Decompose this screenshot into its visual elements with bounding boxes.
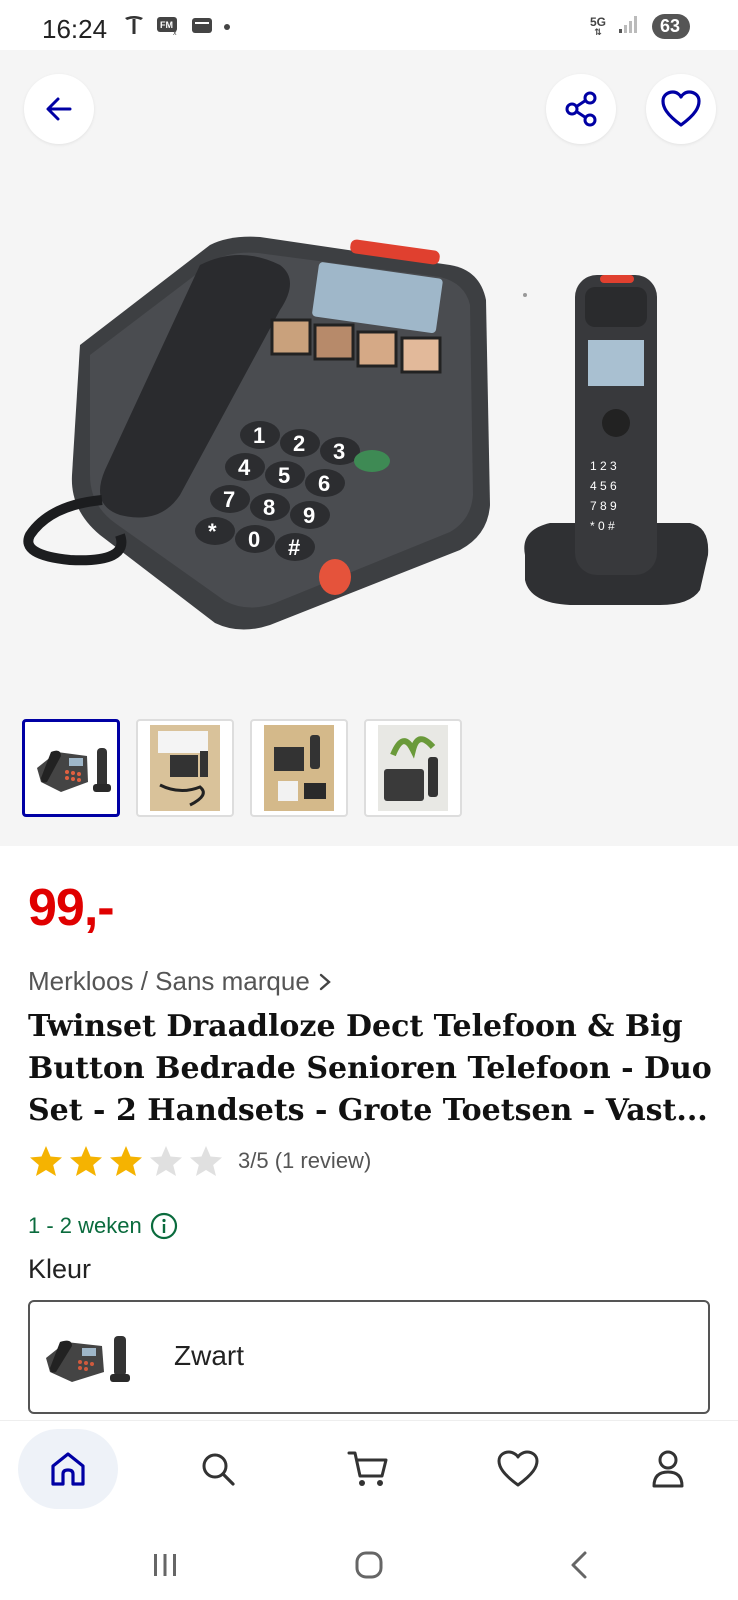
svg-text:8: 8 [263, 495, 275, 520]
thumbnail-strip [22, 719, 462, 817]
svg-text:1: 1 [253, 423, 265, 448]
status-bar: 16:24 FM x 5G ⇅ 63 [0, 0, 738, 50]
network-5g-icon: 5G ⇅ [589, 14, 606, 37]
nav-search[interactable] [168, 1429, 268, 1509]
nav-favorites[interactable] [468, 1429, 568, 1509]
svg-text:7 8 9: 7 8 9 [590, 499, 617, 513]
phone-on-table-thumbnail [264, 725, 334, 811]
variant-label: Zwart [174, 1340, 244, 1371]
svg-text:3: 3 [333, 439, 345, 464]
brand-link[interactable]: Merkloos / Sans marque [28, 966, 332, 997]
home-system-button[interactable] [344, 1540, 394, 1590]
svg-text:* 0 #: * 0 # [590, 519, 615, 533]
tesla-icon [122, 14, 146, 36]
product-main-image[interactable]: 1 2 3 4 5 6 7 8 9 * 0 # 1 2 3 4 5 6 7 8 9 * 0 # [10, 205, 730, 655]
star-empty-icon [150, 1146, 182, 1176]
heart-icon [661, 90, 701, 127]
delivery-text: 1 - 2 weken [28, 1213, 142, 1238]
delivery-time: 1 - 2 weken [28, 1212, 178, 1240]
star-filled-icon [70, 1146, 102, 1176]
svg-text:#: # [288, 535, 300, 560]
back-system-button[interactable] [554, 1540, 604, 1590]
status-icons-right: 5G ⇅ 63 [590, 14, 690, 39]
star-empty-icon [190, 1146, 222, 1176]
home-icon [51, 1452, 85, 1486]
nav-cart[interactable] [318, 1429, 418, 1509]
variant-thumbnail [46, 1336, 130, 1382]
svg-text:FM: FM [160, 20, 173, 30]
nav-home[interactable] [18, 1429, 118, 1509]
chevron-right-icon [319, 973, 331, 990]
wallet-icon [190, 14, 214, 36]
status-time: 16:24 [42, 14, 108, 44]
heart-icon [497, 1450, 539, 1487]
svg-text:*: * [208, 519, 217, 544]
svg-text:5: 5 [278, 463, 290, 488]
recent-apps-icon [154, 1554, 176, 1576]
thumbnail-4[interactable] [364, 719, 462, 817]
system-navigation-bar [0, 1530, 738, 1600]
svg-text:x: x [173, 30, 177, 36]
rating-text: 3/5 (1 review) [238, 1148, 372, 1173]
product-rating[interactable]: 3/5 (1 review) [28, 1144, 371, 1178]
share-icon [565, 91, 597, 127]
phone-lifestyle-thumbnail [378, 725, 448, 811]
info-icon[interactable] [150, 1212, 178, 1240]
cart-icon [347, 1451, 388, 1486]
svg-text:4: 4 [238, 455, 251, 480]
svg-text:6: 6 [318, 471, 330, 496]
svg-text:7: 7 [223, 487, 235, 512]
thumbnail-1[interactable] [22, 719, 120, 817]
star-filled-icon [30, 1146, 62, 1176]
battery-indicator: 63 [651, 14, 690, 39]
back-button[interactable] [24, 74, 94, 144]
share-button[interactable] [546, 74, 616, 144]
thumbnail-2[interactable] [136, 719, 234, 817]
bottom-navigation [0, 1420, 738, 1530]
product-title: Twinset Draadloze Dect Telefoon & Big Bu… [28, 1009, 712, 1128]
arrow-left-icon [46, 97, 72, 121]
svg-text:1 2 3: 1 2 3 [590, 459, 617, 473]
recent-apps-button[interactable] [140, 1540, 190, 1590]
nav-account[interactable] [618, 1429, 718, 1509]
package-contents-thumbnail [150, 725, 220, 811]
svg-text:0: 0 [248, 527, 260, 552]
svg-text:4 5 6: 4 5 6 [590, 479, 617, 493]
color-label: Kleur [28, 1254, 92, 1284]
product-gallery[interactable]: 1 2 3 4 5 6 7 8 9 * 0 # 1 2 3 4 5 6 7 8 9 * 0 # [0, 50, 738, 846]
svg-text:9: 9 [303, 503, 315, 528]
phone-product-thumbnail [37, 748, 111, 792]
svg-text:2: 2 [293, 431, 305, 456]
product-price: 99,- [28, 879, 115, 937]
notification-dot-icon [224, 24, 230, 30]
brand-name: Merkloos / Sans marque [28, 966, 310, 996]
account-icon [652, 1450, 684, 1488]
status-icons-left: FM x [122, 14, 230, 36]
home-circle-icon [355, 1551, 383, 1579]
fm-radio-icon: FM x [156, 14, 180, 36]
star-rating [28, 1144, 224, 1178]
color-variant-selector[interactable]: Zwart [28, 1300, 710, 1414]
favorite-button[interactable] [646, 74, 716, 144]
thumbnail-3[interactable] [250, 719, 348, 817]
back-chevron-icon [571, 1551, 587, 1579]
star-filled-icon [110, 1146, 142, 1176]
search-icon [202, 1453, 235, 1486]
signal-icon [618, 14, 640, 39]
